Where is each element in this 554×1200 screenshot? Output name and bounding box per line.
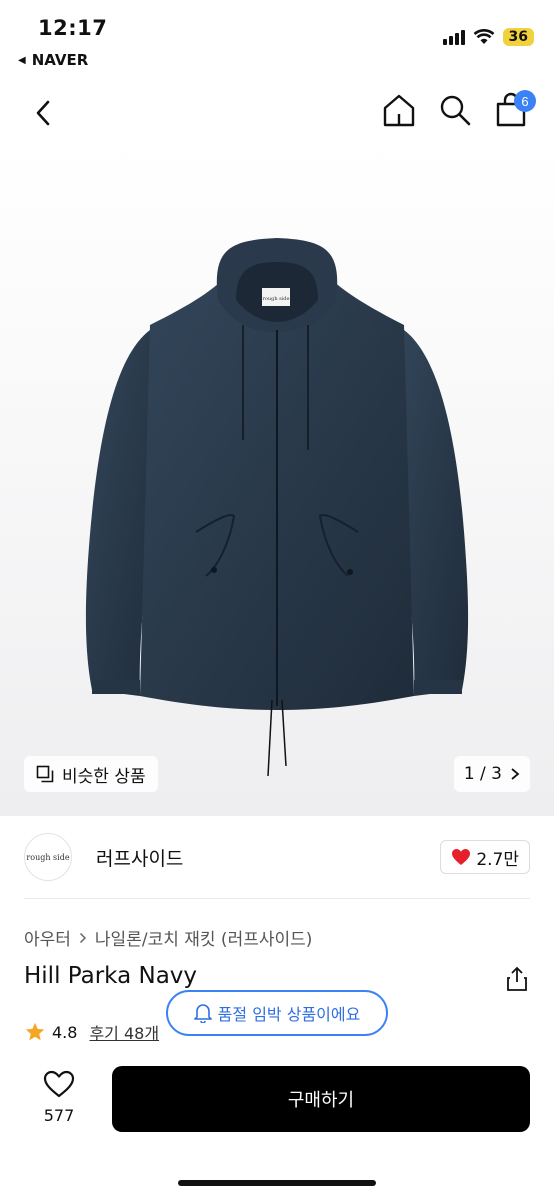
wifi-icon xyxy=(473,29,494,44)
share-icon[interactable] xyxy=(506,966,528,992)
product-image: rough side xyxy=(85,238,469,777)
toast-text: 품절 임박 상품이에요 xyxy=(217,1005,361,1024)
divider xyxy=(24,898,530,899)
breadcrumb: 아우터 나일론/코치 재킷 (러프사이드) xyxy=(24,925,312,950)
battery-indicator: 36 xyxy=(502,28,534,46)
rating-value: 4.8 xyxy=(52,1022,78,1042)
back-arrow-icon[interactable] xyxy=(28,96,58,130)
home-icon[interactable] xyxy=(382,92,416,128)
back-app-label: NAVER xyxy=(31,51,89,69)
seller-logo: rough side xyxy=(24,833,72,881)
rating-row: 4.8 후기 48개 xyxy=(24,1020,159,1044)
similar-products-label: 비슷한 상품 xyxy=(62,766,146,787)
status-time: 12:17 xyxy=(38,16,108,40)
bell-icon xyxy=(193,1004,212,1023)
back-to-app-link[interactable]: ◀ NAVER xyxy=(18,51,88,69)
cart-button[interactable]: 6 xyxy=(494,90,536,128)
status-bar: 12:17 ◀ NAVER 36 xyxy=(0,0,554,80)
search-icon[interactable] xyxy=(438,92,472,128)
product-image-gallery[interactable]: rough side 비슷한 상품 1 / 3 xyxy=(0,140,554,816)
pager-text: 1 / 3 xyxy=(463,764,502,784)
system-icons: 36 xyxy=(442,28,534,46)
star-icon xyxy=(25,1022,45,1041)
bottom-action-bar: 577 구매하기 xyxy=(0,1060,554,1200)
similar-products-button[interactable]: 비슷한 상품 xyxy=(24,756,158,792)
copy-icon xyxy=(36,765,54,783)
seller-row[interactable]: rough side 러프사이드 2.7만 xyxy=(24,830,530,884)
like-count: 2.7만 xyxy=(476,849,519,870)
seller-name: 러프사이드 xyxy=(96,847,184,870)
reviews-link[interactable]: 후기 48개 xyxy=(89,1020,159,1044)
breadcrumb-subcategory[interactable]: 나일론/코치 재킷 (러프사이드) xyxy=(95,925,312,950)
back-triangle-icon: ◀ xyxy=(18,54,26,66)
top-nav: 6 xyxy=(0,88,554,138)
jacket-brand-label: rough side xyxy=(263,296,290,302)
heart-filled-icon xyxy=(452,849,471,865)
breadcrumb-category[interactable]: 아우터 xyxy=(24,925,71,950)
low-stock-toast: 품절 임박 상품이에요 xyxy=(166,990,388,1036)
cart-count-badge: 6 xyxy=(514,90,536,112)
heart-outline-icon xyxy=(43,1070,75,1098)
wishlist-count: 577 xyxy=(43,1106,75,1125)
chevron-right-icon xyxy=(511,768,520,780)
chevron-right-icon xyxy=(79,932,86,943)
cellular-signal-icon xyxy=(442,29,465,45)
buy-button[interactable]: 구매하기 xyxy=(112,1066,530,1132)
wishlist-button[interactable]: 577 xyxy=(36,1070,82,1125)
home-indicator xyxy=(178,1180,376,1186)
product-title: Hill Parka Navy xyxy=(24,963,198,989)
like-button[interactable]: 2.7만 xyxy=(440,840,530,874)
image-pager[interactable]: 1 / 3 xyxy=(453,756,530,792)
